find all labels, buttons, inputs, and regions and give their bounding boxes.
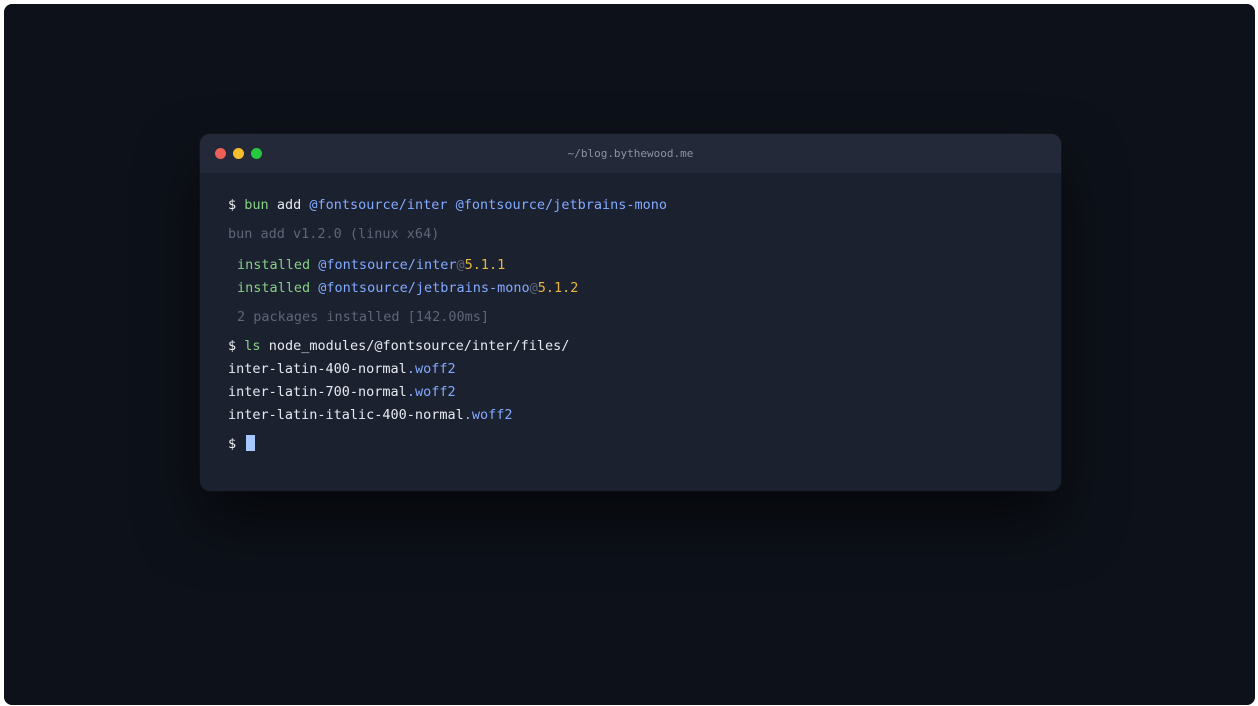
installed-label: installed [237,257,311,273]
minimize-button[interactable] [233,148,244,159]
prompt-symbol: $ [228,197,237,213]
file-extension: .woff2 [463,407,513,423]
installed-line: installed @fontsource/inter@5.1.1 [228,254,1041,277]
desktop-background: ~/blog.bythewood.me $ bun add @fontsourc… [4,4,1255,705]
active-prompt-line[interactable]: $ [228,433,1041,456]
title-bar[interactable]: ~/blog.bythewood.me [200,134,1061,173]
file-extension: .woff2 [406,384,456,400]
installed-label: installed [237,280,311,296]
command-arg: @fontsource/jetbrains-mono [455,197,667,213]
version-separator: @ [456,257,465,273]
maximize-button[interactable] [251,148,262,159]
prompt-symbol: $ [228,436,237,452]
command-line-bun-add: $ bun add @fontsource/inter @fontsource/… [228,194,1041,217]
file-name: inter-latin-700-normal [228,384,407,400]
installed-line: installed @fontsource/jetbrains-mono@5.1… [228,277,1041,300]
command-subcommand: add [276,197,302,213]
file-entry: inter-latin-700-normal.woff2 [228,381,1041,404]
traffic-lights [215,148,262,159]
package-version: 5.1.1 [464,257,506,273]
command-arg: @fontsource/inter [309,197,448,213]
file-name: inter-latin-400-normal [228,361,407,377]
text-cursor [246,435,256,451]
summary-line: 2 packages installed [142.00ms] [237,309,489,325]
package-name: @fontsource/inter [318,257,457,273]
command-line-ls: $ ls node_modules/@fontsource/inter/file… [228,335,1041,358]
package-name: @fontsource/jetbrains-mono [318,280,530,296]
command-program: ls [244,338,261,354]
prompt-symbol: $ [228,338,237,354]
file-name: inter-latin-italic-400-normal [228,407,464,423]
file-extension: .woff2 [406,361,456,377]
package-version: 5.1.2 [537,280,579,296]
close-button[interactable] [215,148,226,159]
terminal-window[interactable]: ~/blog.bythewood.me $ bun add @fontsourc… [200,134,1061,491]
command-path: node_modules/@fontsource/inter/files/ [268,338,570,354]
version-separator: @ [529,280,538,296]
file-entry: inter-latin-400-normal.woff2 [228,358,1041,381]
terminal-output[interactable]: $ bun add @fontsource/inter @fontsource/… [228,194,1041,456]
window-title: ~/blog.bythewood.me [567,147,694,160]
file-entry: inter-latin-italic-400-normal.woff2 [228,404,1041,427]
command-program: bun [244,197,269,213]
version-line: bun add v1.2.0 (linux x64) [228,226,440,242]
